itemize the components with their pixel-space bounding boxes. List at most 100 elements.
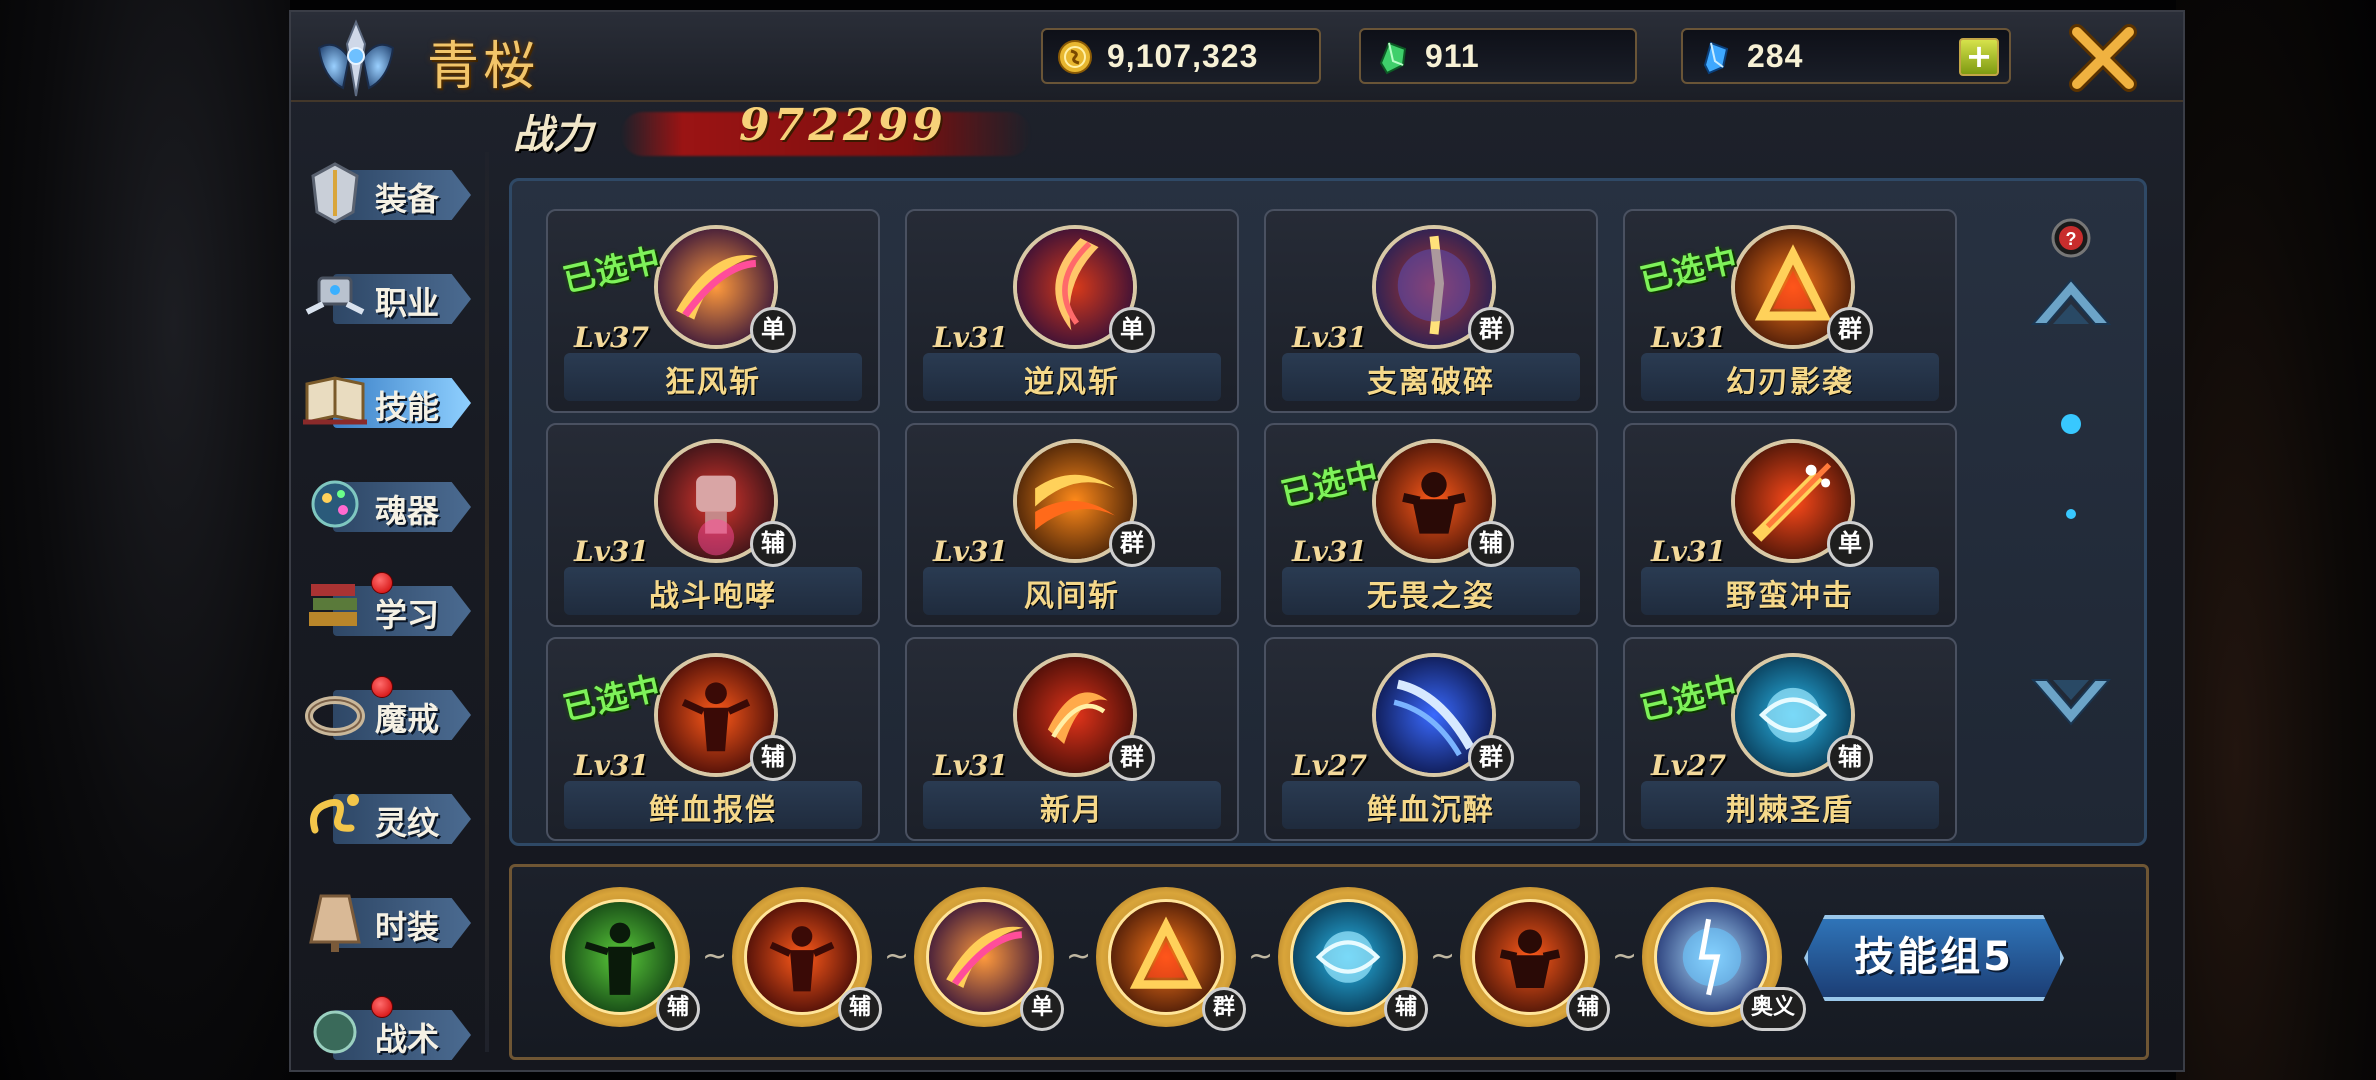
tactics-icon [299,996,371,1068]
gold-coin-icon [1057,39,1093,75]
sidebar-item[interactable]: 魂器 [295,464,487,548]
skill-card[interactable]: 群 Lv31 新月 [905,637,1239,841]
books-icon [299,572,371,644]
skill-type-badge: 群 [1468,307,1514,353]
page-dot-active [2061,414,2081,434]
guild-emblem-icon [313,18,399,104]
close-icon [2069,24,2137,92]
background-left [0,0,290,1080]
spellbook-icon [299,364,371,436]
sidebar-item-label: 学习 [375,596,440,634]
skill-grid-panel: 单 Lv37 狂风斩 已选中单 Lv31 逆风斩群 Lv31 支离破碎群 Lv31 幻刃影袭 已选中… [509,178,2147,846]
skill-card[interactable]: 辅 Lv31 战斗咆哮 [546,423,880,627]
skill-level: Lv31 [574,749,649,782]
selected-stamp: 已选中 [559,668,665,728]
green-gem-icon [1375,39,1411,75]
skill-name: 战斗咆哮 [649,579,777,614]
loadout-slot[interactable]: 辅 [732,887,882,1037]
sidebar-item[interactable]: 时装 [295,880,487,964]
skill-name: 逆风斩 [1024,365,1120,400]
loadout-slot[interactable]: 辅 [1278,887,1428,1037]
skill-card[interactable]: 群 Lv31 风间斩 [905,423,1239,627]
skill-card[interactable]: 群 Lv27 鲜血沉醉 [1264,637,1598,841]
sidebar-item-label: 职业 [375,284,440,322]
scroll-down-icon[interactable] [2030,679,2112,726]
skill-name: 野蛮冲击 [1726,579,1854,614]
player-name: 青桜 [427,37,540,97]
sidebar-item-label: 战术 [375,1020,440,1058]
skill-level: Lv27 [1651,749,1726,782]
sidebar-item[interactable]: 学习 [295,568,487,652]
skill-name: 鲜血沉醉 [1367,793,1495,828]
loadout-slot[interactable]: 奥义 [1642,887,1806,1037]
sidebar-item-label: 装备 [375,180,440,218]
slot-link-separator: ~ [884,939,910,974]
sidebar-item[interactable]: 技能 [295,360,487,444]
skill-name: 幻刃影袭 [1726,365,1854,400]
add-blue-gem-button[interactable]: + [1959,38,1999,76]
sidebar-item[interactable]: 职业 [295,256,487,340]
skill-card[interactable]: 群 Lv31 幻刃影袭 已选中 [1623,209,1957,413]
skill-window: 青桜 9,107,323 911 284 + 战力 972299 装备 职业 技… [289,10,2185,1072]
skill-level: Lv31 [574,535,649,568]
close-button[interactable] [2067,22,2139,94]
loadout-slot[interactable]: 群 [1096,887,1246,1037]
loadout-slot[interactable]: 单 [914,887,1064,1037]
green-gem-value: 911 [1425,38,1480,74]
selected-stamp: 已选中 [1636,668,1742,728]
sidebar-item[interactable]: 魔戒 [295,672,487,756]
skill-type-badge: 群 [1827,307,1873,353]
sidebar-item[interactable]: 战术 [295,992,487,1070]
skill-level: Lv31 [1651,321,1726,354]
skill-level: Lv31 [933,321,1008,354]
skill-level: Lv31 [933,749,1008,782]
skill-card[interactable]: 单 Lv31 逆风斩 [905,209,1239,413]
power-label: 战力 [513,111,593,158]
costume-icon [299,884,371,956]
scroll-up-icon[interactable] [2030,278,2112,325]
ring-icon [299,676,371,748]
slot-link-separator: ~ [1612,939,1638,974]
slot-type-badge: 奥义 [1740,987,1806,1031]
sidebar-item-label: 魔戒 [375,700,440,738]
skill-level: Lv31 [1292,535,1367,568]
skill-type-badge: 群 [1109,735,1155,781]
top-bar: 青桜 9,107,323 911 284 + [291,12,2183,102]
armor-icon [299,156,371,228]
sidebar-item[interactable]: 灵纹 [295,776,487,860]
loadout-slot[interactable]: 辅 [550,887,700,1037]
skill-level: Lv31 [933,535,1008,568]
slot-type-badge: 辅 [838,987,882,1031]
svg-text:?: ? [2066,229,2077,249]
sidebar-item-label: 灵纹 [375,804,440,842]
skill-type-badge: 辅 [1468,521,1514,567]
skill-card[interactable]: 辅 Lv31 无畏之姿 已选中 [1264,423,1598,627]
slot-link-separator: ~ [1248,939,1274,974]
skill-card[interactable]: 单 Lv31 野蛮冲击 [1623,423,1957,627]
sidebar-item-label: 技能 [375,388,440,426]
page-scroller: ? [2013,198,2133,758]
rune-icon [299,780,371,852]
skill-card[interactable]: 辅 Lv31 鲜血报偿 已选中 [546,637,880,841]
green-gem-counter: 911 [1359,28,1637,84]
skill-level: Lv31 [1651,535,1726,568]
blue-gem-counter: 284 + [1681,28,2011,84]
slot-type-badge: 辅 [656,987,700,1031]
skill-card[interactable]: 群 Lv31 支离破碎 [1264,209,1598,413]
loadout-slot[interactable]: 辅 [1460,887,1610,1037]
help-icon[interactable]: ? [2051,218,2091,258]
selected-stamp: 已选中 [1277,454,1383,514]
skill-type-badge: 群 [1468,735,1514,781]
selected-stamp: 已选中 [1636,240,1742,300]
slot-type-badge: 辅 [1384,987,1428,1031]
skill-type-badge: 辅 [1827,735,1873,781]
skill-level: Lv27 [1292,749,1367,782]
skill-name: 新月 [1040,793,1104,828]
skill-type-badge: 辅 [750,735,796,781]
skill-card[interactable]: 单 Lv37 狂风斩 已选中 [546,209,880,413]
sidebar-item[interactable]: 装备 [295,152,487,236]
selected-stamp: 已选中 [559,240,665,300]
skill-card[interactable]: 辅 Lv27 荆棘圣盾 已选中 [1623,637,1957,841]
skill-group-button[interactable]: 技能组5 [1804,915,2064,1001]
skill-level: Lv37 [574,321,649,354]
